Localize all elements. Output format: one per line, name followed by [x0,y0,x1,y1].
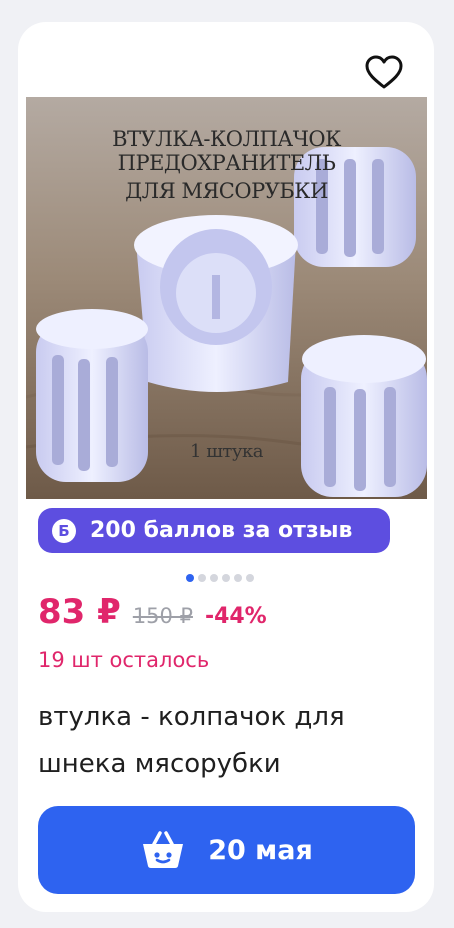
discount-percent: -44% [204,604,267,629]
gallery-dot [222,574,230,582]
photo-caption-title: ВТУЛКА-КОЛПАЧОК ПРЕДОХРАНИТЕЛЬ [112,127,341,175]
stock-remaining: 19 шт осталось [38,648,210,672]
gallery-dot [234,574,242,582]
gallery-dot [210,574,218,582]
bonus-text: 200 баллов за отзыв [90,518,353,543]
gallery-pagination [186,574,254,582]
favorite-button[interactable] [362,50,406,94]
heart-outline-icon [365,55,403,89]
gallery-dot [198,574,206,582]
current-price: 83 ₽ [38,592,121,632]
gallery-dot [246,574,254,582]
gallery-dot-active [186,574,194,582]
delivery-date-label: 20 мая [208,834,313,866]
photo-caption-quantity: 1 штука [190,441,263,462]
product-photo[interactable]: ВТУЛКА-КОЛПАЧОК ПРЕДОХРАНИТЕЛЬ ДЛЯ МЯСОР… [26,97,427,499]
old-price: 150 ₽ [132,604,193,628]
basket-icon [140,830,186,870]
review-bonus-badge[interactable]: Б 200 баллов за отзыв [38,508,390,553]
bonus-points-icon: Б [52,518,76,543]
price-row: 83 ₽ 150 ₽ -44% [38,592,267,632]
product-card[interactable]: ВТУЛКА-КОЛПАЧОК ПРЕДОХРАНИТЕЛЬ ДЛЯ МЯСОР… [18,22,434,912]
product-title[interactable]: втулка - колпачок для шнека мясорубки [38,694,418,788]
photo-caption-subtitle: ДЛЯ МЯСОРУБКИ [125,179,328,203]
add-to-cart-button[interactable]: 20 мая [38,806,415,894]
